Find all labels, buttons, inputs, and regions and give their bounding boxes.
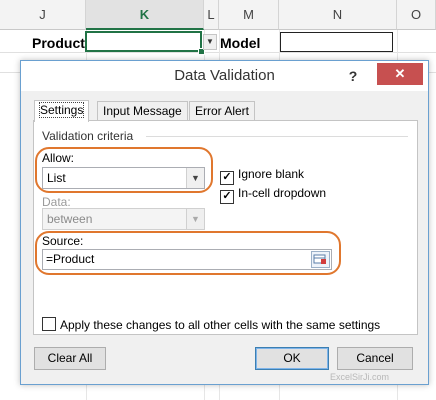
watermark: ExcelSirJi.com [330,372,390,382]
allow-highlight-ring [35,147,213,193]
cancel-button[interactable]: Cancel [337,347,413,370]
tab-input-message[interactable]: Input Message [97,101,188,121]
data-label: Data: [42,195,71,209]
column-header-k[interactable]: K [86,0,204,30]
row-gridline [0,52,436,53]
model-input-cell[interactable] [280,32,393,52]
chevron-down-icon: ▼ [186,209,204,229]
clear-all-button[interactable]: Clear All [34,347,106,370]
checkbox-icon: ✓ [220,190,234,204]
product-label-cell[interactable]: Product [32,35,85,51]
tab-settings-label: Settings [38,102,85,118]
close-button[interactable]: ✕ [377,63,423,85]
checkbox-icon: ✓ [220,171,234,185]
dialog-titlebar[interactable]: Data Validation ? ✕ [21,61,428,91]
column-header-n[interactable]: N [279,0,397,30]
ok-button[interactable]: OK [255,347,329,370]
model-label-cell[interactable]: Model [220,35,260,51]
column-header-j[interactable]: J [0,0,86,30]
cell-dropdown-button[interactable]: ▼ [203,34,217,50]
in-cell-dropdown-checkbox[interactable]: ✓ In-cell dropdown [220,186,326,204]
data-select-value: between [47,212,93,226]
selected-cell-k[interactable] [85,31,202,52]
column-header-o[interactable]: O [397,0,436,30]
column-header-l[interactable]: L [204,0,219,30]
apply-all-label: Apply these changes to all other cells w… [60,318,381,332]
apply-all-checkbox[interactable]: Apply these changes to all other cells w… [42,317,380,332]
tab-error-alert[interactable]: Error Alert [189,101,256,121]
column-header-m[interactable]: M [219,0,279,30]
source-highlight-ring [35,231,341,275]
ignore-blank-label: Ignore blank [238,167,305,181]
data-select[interactable]: between ▼ [42,208,205,230]
data-validation-dialog: Data Validation ? ✕ Settings Input Messa… [20,60,429,385]
validation-criteria-heading: Validation criteria [42,129,134,143]
ignore-blank-checkbox[interactable]: ✓ Ignore blank [220,167,304,185]
tab-settings[interactable]: Settings [34,100,90,122]
checkbox-icon [42,317,56,331]
settings-panel: Validation criteria Allow: List ▼ ✓ Ignor… [33,120,418,335]
dialog-title: Data Validation [174,67,275,84]
in-cell-dropdown-label: In-cell dropdown [238,186,327,200]
help-button[interactable]: ? [344,67,362,85]
group-divider [146,136,408,137]
